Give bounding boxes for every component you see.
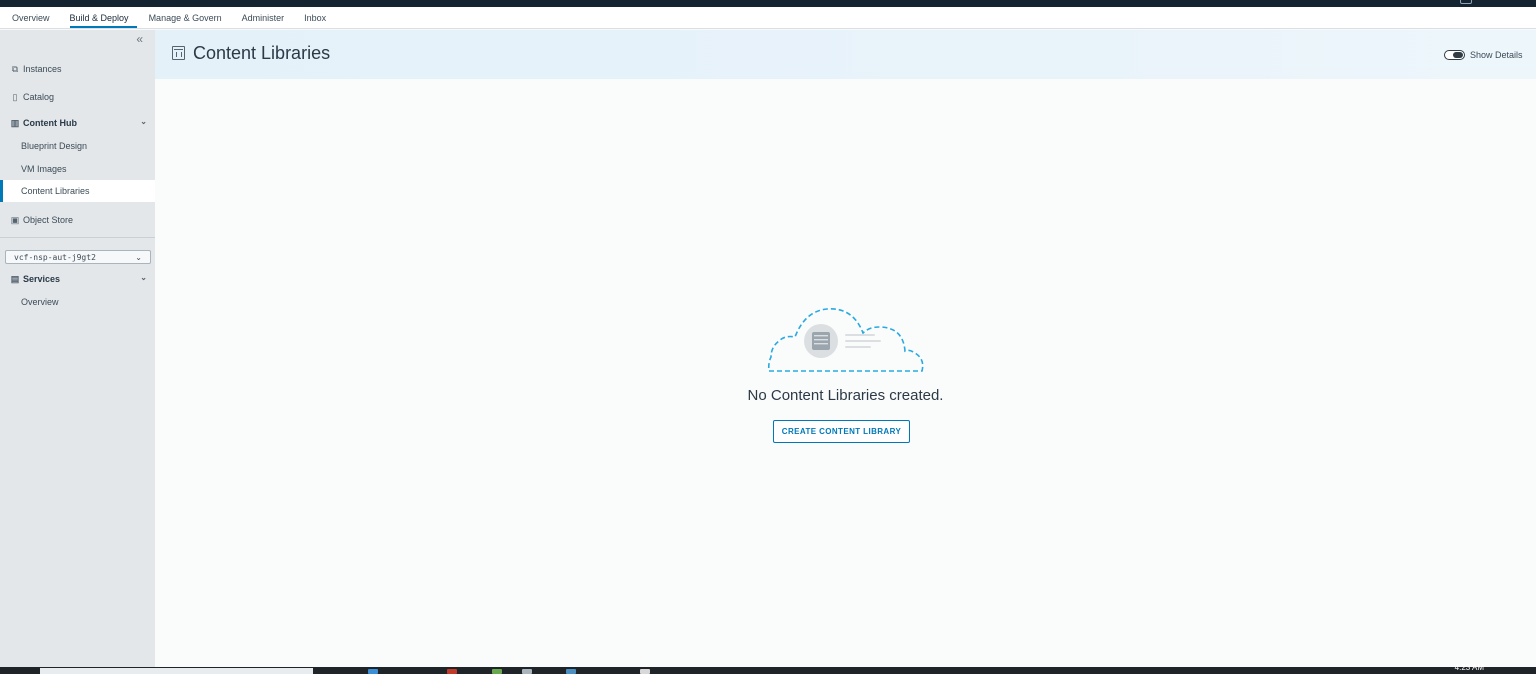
services-icon: ▤ xyxy=(10,273,20,284)
content-library-icon xyxy=(172,46,185,60)
namespace-select-value: vcf-nsp-aut-j9gt2 xyxy=(14,252,96,262)
sidebar-item-content-libraries[interactable]: Content Libraries xyxy=(0,180,155,202)
object-store-icon: ▣ xyxy=(10,214,20,225)
catalog-icon: ▯ xyxy=(12,91,18,102)
tab-build-deploy[interactable]: Build & Deploy xyxy=(60,7,139,28)
sidebar-item-label: Catalog xyxy=(23,92,55,102)
empty-state-message: No Content Libraries created. xyxy=(747,387,944,404)
sidebar: « ⧉ Instances ▯ Catalog ▥ Content Hub ⌄ … xyxy=(0,30,155,667)
page-title: Content Libraries xyxy=(193,43,331,63)
sidebar-item-label: Services xyxy=(23,274,61,284)
chevron-down-icon: ⌄ xyxy=(140,117,147,126)
account-icon[interactable] xyxy=(1460,0,1472,4)
taskbar-app-icon[interactable] xyxy=(492,669,502,674)
tab-overview[interactable]: Overview xyxy=(12,7,60,28)
taskbar-app-icon[interactable] xyxy=(640,669,650,674)
chevron-down-icon: ⌄ xyxy=(135,253,142,262)
main-nav: Overview Build & Deploy Manage & Govern … xyxy=(0,7,1536,29)
sidebar-item-label: Content Hub xyxy=(23,118,77,128)
show-details-label: Show Details xyxy=(1470,50,1523,60)
create-content-library-button[interactable]: CREATE CONTENT LIBRARY xyxy=(773,420,910,443)
taskbar-search-box[interactable] xyxy=(40,668,313,674)
empty-cloud-icon xyxy=(767,308,924,372)
tab-administer[interactable]: Administer xyxy=(232,7,295,28)
sidebar-item-label: Object Store xyxy=(23,215,74,225)
sidebar-item-catalog[interactable]: ▯ Catalog xyxy=(0,86,155,108)
sidebar-item-content-hub[interactable]: ▥ Content Hub ⌄ xyxy=(0,112,155,134)
tab-inbox[interactable]: Inbox xyxy=(294,7,336,28)
main-content: No Content Libraries created. CREATE CON… xyxy=(155,79,1536,667)
sidebar-item-vm-images[interactable]: VM Images xyxy=(0,158,155,180)
taskbar-app-icon[interactable] xyxy=(368,669,378,674)
sidebar-item-instances[interactable]: ⧉ Instances xyxy=(0,58,155,80)
taskbar-clock: 4:23 AM xyxy=(1454,663,1484,672)
collapse-sidebar-icon[interactable]: « xyxy=(136,32,143,46)
sidebar-item-blueprint-design[interactable]: Blueprint Design xyxy=(0,135,155,157)
namespace-select[interactable]: vcf-nsp-aut-j9gt2 ⌄ xyxy=(5,250,151,264)
taskbar-app-icon[interactable] xyxy=(522,669,532,674)
taskbar-app-icon[interactable] xyxy=(566,669,576,674)
sidebar-divider xyxy=(0,237,155,238)
show-details-toggle[interactable] xyxy=(1444,50,1465,60)
chevron-down-icon: ⌄ xyxy=(140,273,147,282)
os-taskbar: 4:23 AM xyxy=(0,663,1536,674)
page-header: Content Libraries Show Details xyxy=(155,30,1536,79)
instances-icon: ⧉ xyxy=(11,63,19,74)
sidebar-item-services-overview[interactable]: Overview xyxy=(0,291,155,313)
sidebar-item-label: Instances xyxy=(23,64,62,74)
taskbar-app-icon[interactable] xyxy=(447,669,457,674)
content-hub-icon: ▥ xyxy=(10,117,20,128)
sidebar-item-object-store[interactable]: ▣ Object Store xyxy=(0,209,155,231)
sidebar-item-services[interactable]: ▤ Services ⌄ xyxy=(0,268,155,290)
top-bar xyxy=(0,0,1536,7)
tab-manage-govern[interactable]: Manage & Govern xyxy=(139,7,232,28)
